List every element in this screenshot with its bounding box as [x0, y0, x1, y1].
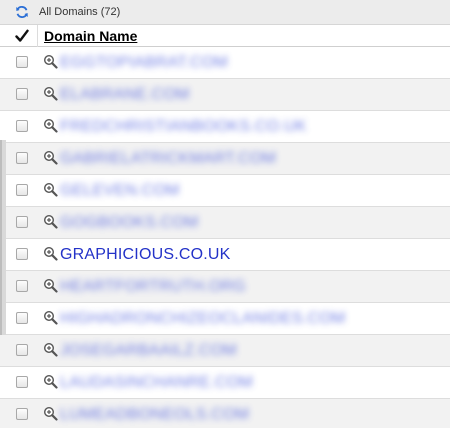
- zoom-icon[interactable]: [43, 406, 58, 421]
- table-header: Domain Name: [0, 25, 450, 47]
- table-row[interactable]: HIGHADRONCHIZEOCLANIDES.COM: [0, 303, 450, 335]
- row-checkbox[interactable]: [16, 216, 28, 228]
- domain-link[interactable]: FREDCHRISTIANBOOKS.CO.UK: [60, 118, 307, 136]
- domain-link[interactable]: LAUDASINCHANRE.COM: [60, 374, 253, 392]
- row-checkbox[interactable]: [16, 280, 28, 292]
- row-checkbox[interactable]: [16, 408, 28, 420]
- zoom-icon[interactable]: [43, 310, 58, 325]
- row-checkbox[interactable]: [16, 56, 28, 68]
- row-checkbox[interactable]: [16, 344, 28, 356]
- zoom-icon[interactable]: [43, 278, 58, 293]
- table-row[interactable]: GELEVEN.COM: [0, 175, 450, 207]
- zoom-icon[interactable]: [43, 246, 58, 261]
- domain-link[interactable]: GABRIELATRICKMART.COM: [60, 150, 276, 168]
- zoom-icon[interactable]: [43, 54, 58, 69]
- refresh-icon[interactable]: [15, 5, 29, 19]
- table-row[interactable]: ELABRANE.COM: [0, 79, 450, 111]
- row-checkbox[interactable]: [16, 184, 28, 196]
- domain-link[interactable]: EGGTOPIABRAT.COM: [60, 54, 228, 72]
- table-row[interactable]: GRAPHICIOUS.CO.UK: [0, 239, 450, 271]
- table-row[interactable]: EGGTOPIABRAT.COM: [0, 47, 450, 79]
- zoom-icon[interactable]: [43, 86, 58, 101]
- domain-link[interactable]: JOSEGARBAAILZ.COM: [60, 342, 237, 360]
- table-row[interactable]: HEARTFORTRUTH.ORG: [0, 271, 450, 303]
- row-checkbox[interactable]: [16, 312, 28, 324]
- domain-link[interactable]: GELEVEN.COM: [60, 182, 180, 200]
- domain-name-column-header[interactable]: Domain Name: [44, 28, 137, 44]
- row-checkbox[interactable]: [16, 152, 28, 164]
- domain-list: EGGTOPIABRAT.COM ELABRANE.COM FREDCHRISTIA…: [0, 47, 450, 428]
- domain-link[interactable]: ELABRANE.COM: [60, 86, 190, 104]
- table-row[interactable]: GOGBOOKS.COM: [0, 207, 450, 239]
- table-row[interactable]: GABRIELATRICKMART.COM: [0, 143, 450, 175]
- zoom-icon[interactable]: [43, 374, 58, 389]
- zoom-icon[interactable]: [43, 118, 58, 133]
- zoom-icon[interactable]: [43, 214, 58, 229]
- row-checkbox[interactable]: [16, 88, 28, 100]
- table-row[interactable]: LUMEADBONEOLS.COM: [0, 399, 450, 428]
- resize-handle-edge: [0, 140, 2, 335]
- domain-link[interactable]: GRAPHICIOUS.CO.UK: [60, 246, 231, 264]
- table-row[interactable]: JOSEGARBAAILZ.COM: [0, 335, 450, 367]
- toolbar: All Domains (72): [0, 0, 450, 25]
- row-checkbox[interactable]: [16, 120, 28, 132]
- domain-link[interactable]: LUMEADBONEOLS.COM: [60, 406, 249, 424]
- domain-link[interactable]: GOGBOOKS.COM: [60, 214, 198, 232]
- all-domains-title: All Domains (72): [39, 6, 121, 18]
- domain-link[interactable]: HEARTFORTRUTH.ORG: [60, 278, 246, 296]
- domain-link[interactable]: HIGHADRONCHIZEOCLANIDES.COM: [60, 310, 345, 328]
- zoom-icon[interactable]: [43, 182, 58, 197]
- table-row[interactable]: FREDCHRISTIANBOOKS.CO.UK: [0, 111, 450, 143]
- zoom-icon[interactable]: [43, 150, 58, 165]
- row-checkbox[interactable]: [16, 376, 28, 388]
- zoom-icon[interactable]: [43, 342, 58, 357]
- checkmark-icon[interactable]: [15, 29, 29, 43]
- table-row[interactable]: LAUDASINCHANRE.COM: [0, 367, 450, 399]
- row-checkbox[interactable]: [16, 248, 28, 260]
